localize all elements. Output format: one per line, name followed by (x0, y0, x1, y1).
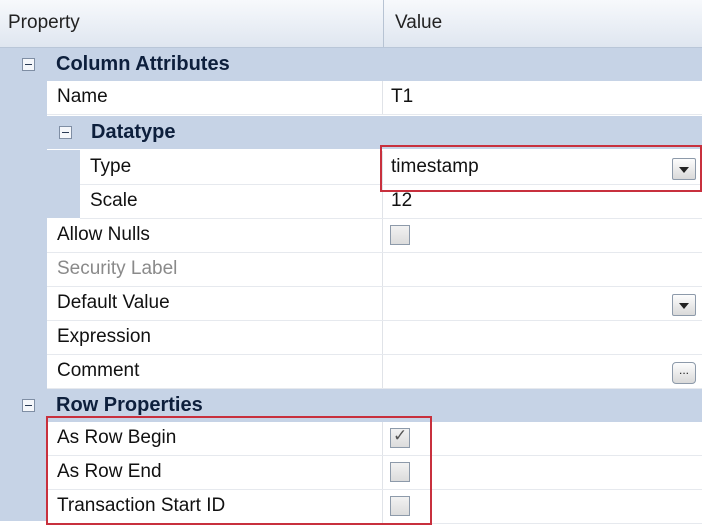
row-expression[interactable]: Expression (47, 321, 702, 355)
value-separator (382, 287, 383, 320)
column-splitter[interactable] (383, 0, 384, 47)
collapse-icon[interactable] (22, 399, 35, 412)
type-dropdown-button[interactable] (672, 158, 696, 180)
as-row-end-checkbox[interactable] (390, 462, 410, 482)
row-label: Name (57, 86, 108, 107)
default-value-dropdown-button[interactable] (672, 294, 696, 316)
row-transaction-start-id[interactable]: Transaction Start ID (47, 490, 702, 524)
row-comment[interactable]: Comment ... (47, 355, 702, 389)
row-label: Scale (90, 190, 138, 211)
row-name[interactable]: Name T1 (47, 81, 702, 115)
collapse-icon[interactable] (22, 58, 35, 71)
left-margin-strip (0, 80, 47, 389)
transaction-start-id-checkbox[interactable] (390, 496, 410, 516)
type-value[interactable]: timestamp (391, 156, 479, 178)
row-security-label: Security Label (47, 253, 702, 287)
collapse-icon[interactable] (59, 126, 72, 139)
row-label: As Row Begin (57, 427, 177, 448)
row-allow-nulls[interactable]: Allow Nulls (47, 219, 702, 253)
category-column-attributes[interactable]: Column Attributes (0, 48, 702, 81)
left-margin-strip (0, 422, 47, 521)
value-separator (382, 422, 383, 455)
row-default-value[interactable]: Default Value (47, 287, 702, 321)
comment-ellipsis-button[interactable]: ... (672, 362, 696, 384)
value-separator (382, 355, 383, 388)
row-type[interactable]: Type timestamp (80, 151, 702, 185)
value-column-header[interactable]: Value (395, 12, 442, 34)
name-value[interactable]: T1 (391, 86, 413, 108)
value-separator (382, 219, 383, 252)
value-separator (382, 490, 383, 523)
row-label: As Row End (57, 461, 162, 482)
grid-header: Property Value (0, 0, 702, 48)
row-label: Security Label (57, 258, 178, 279)
property-grid: Property Value Column Attributes Name T1… (0, 0, 702, 525)
category-row-properties[interactable]: Row Properties (0, 389, 702, 422)
value-separator (382, 81, 383, 114)
allow-nulls-checkbox[interactable] (390, 225, 410, 245)
row-label: Transaction Start ID (57, 495, 226, 516)
value-separator (382, 253, 383, 286)
scale-value[interactable]: 12 (391, 190, 412, 212)
category-label: Datatype (91, 121, 176, 143)
row-label: Expression (57, 326, 151, 347)
row-label: Allow Nulls (57, 224, 150, 245)
category-datatype[interactable]: Datatype (47, 116, 702, 149)
value-separator (382, 456, 383, 489)
row-label: Comment (57, 360, 140, 381)
value-separator (382, 151, 383, 184)
category-label: Row Properties (56, 394, 203, 416)
value-separator (382, 321, 383, 354)
row-as-row-end[interactable]: As Row End (47, 456, 702, 490)
property-column-header[interactable]: Property (8, 12, 80, 34)
value-separator (382, 185, 383, 218)
row-label: Type (90, 156, 132, 177)
left-margin-strip (47, 150, 80, 218)
row-label: Default Value (57, 292, 170, 313)
row-as-row-begin[interactable]: As Row Begin (47, 422, 702, 456)
as-row-begin-checkbox[interactable] (390, 426, 410, 448)
row-scale[interactable]: Scale 12 (80, 185, 702, 219)
category-label: Column Attributes (56, 53, 230, 75)
